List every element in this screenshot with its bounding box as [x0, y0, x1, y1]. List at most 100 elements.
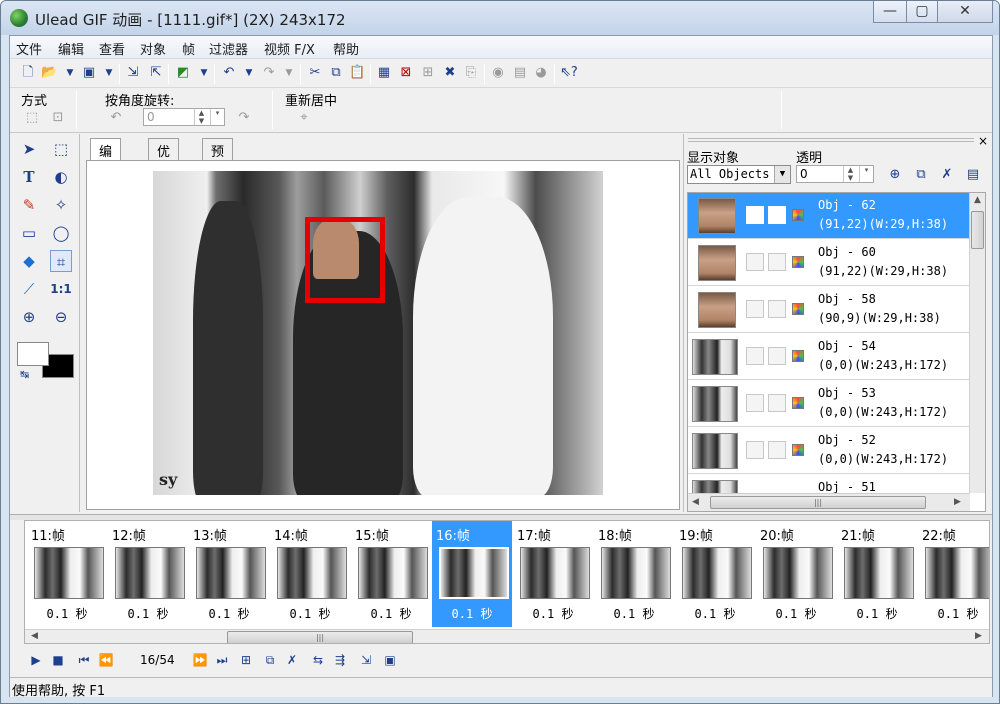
menu-filters[interactable]: 过滤器	[209, 39, 248, 58]
preview-browser-icon[interactable]: ◩	[175, 65, 191, 81]
new-icon[interactable]: 🗋	[20, 65, 36, 81]
flatten-icon[interactable]: ▤	[512, 65, 528, 81]
redo-dropdown-icon[interactable]: ▼	[281, 65, 297, 81]
open-icon[interactable]: 📂	[41, 65, 57, 81]
object-lock-checkbox[interactable]	[746, 253, 764, 271]
frame-panel-icon[interactable]: ▦	[376, 65, 392, 81]
scroll-left-icon[interactable]: ◀	[31, 631, 38, 641]
paste-icon[interactable]: 📋	[349, 65, 365, 81]
object-lock-checkbox[interactable]	[746, 300, 764, 318]
redo-icon[interactable]: ↷	[261, 65, 277, 81]
crop-tool-icon[interactable]: ⌗	[50, 250, 72, 272]
frame-view-icon[interactable]: ▣	[382, 652, 398, 668]
rotate-cw-icon[interactable]: ↷	[236, 110, 252, 126]
frame-cell[interactable]: 11:帧 0.1 秒	[27, 521, 107, 627]
zoom-in-icon[interactable]: ⊕	[18, 306, 40, 328]
delete-frame-icon[interactable]: ✗	[284, 652, 300, 668]
object-lock-checkbox[interactable]	[746, 441, 764, 459]
properties-icon[interactable]: ⇲	[358, 652, 374, 668]
object-lock-checkbox[interactable]	[746, 347, 764, 365]
object-visible-checkbox[interactable]	[768, 253, 786, 271]
next-frame-icon[interactable]: ⏩	[192, 652, 208, 668]
menu-file[interactable]: 文件	[16, 39, 42, 58]
frame-cell-selected[interactable]: 16:帧 0.1 秒	[432, 521, 512, 627]
stop-icon[interactable]: ■	[50, 652, 66, 668]
mode-center-icon[interactable]: ⊡	[50, 110, 66, 126]
edit-canvas[interactable]: sy	[86, 160, 680, 510]
frame-delay[interactable]: 0.1 秒	[756, 605, 836, 622]
foreground-color-swatch[interactable]	[17, 342, 49, 366]
frame-delay[interactable]: 0.1 秒	[675, 605, 755, 622]
duplicate-frame-icon[interactable]: ⧉	[262, 652, 278, 668]
object-visible-checkbox[interactable]	[768, 206, 786, 224]
disk-icon[interactable]: ◕	[533, 65, 549, 81]
object-visible-checkbox[interactable]	[768, 300, 786, 318]
cut-icon[interactable]: ✂	[307, 65, 323, 81]
delete-object-icon[interactable]: ✗	[939, 167, 955, 183]
select-dropdown-icon[interactable]: ▼	[774, 166, 790, 183]
duplicate-icon[interactable]: ⎘	[463, 65, 479, 81]
actual-size-icon[interactable]: 1:1	[50, 278, 72, 300]
minimize-button[interactable]: —	[873, 1, 907, 23]
marquee-tool-icon[interactable]: ⬚	[50, 138, 72, 160]
frame-cell[interactable]: 12:帧 0.1 秒	[108, 521, 188, 627]
maximize-button[interactable]: ▢	[906, 1, 938, 23]
undo-dropdown-icon[interactable]: ▼	[241, 65, 257, 81]
swap-colors-icon[interactable]: ↹	[20, 368, 29, 381]
frame-delay[interactable]: 0.1 秒	[27, 605, 107, 622]
lasso-tool-icon[interactable]: ◐	[50, 166, 72, 188]
frame-hscroll[interactable]: ◀ ||| ▶	[25, 629, 989, 643]
scroll-left-icon[interactable]: ◀	[692, 497, 699, 507]
export-icon[interactable]: ⇱	[148, 65, 164, 81]
open-dropdown-icon[interactable]: ▼	[62, 65, 78, 81]
frame-cell[interactable]: 14:帧 0.1 秒	[270, 521, 350, 627]
object-list-vscroll[interactable]: ▲	[969, 193, 985, 493]
tab-optimize[interactable]: 优化	[148, 138, 180, 179]
frame-cell[interactable]: 13:帧 0.1 秒	[189, 521, 269, 627]
scroll-thumb[interactable]: |||	[710, 496, 926, 509]
new-object-icon[interactable]: ⊕	[887, 167, 903, 183]
add-frame-icon[interactable]: ⊞	[420, 65, 436, 81]
reverse-frames-icon[interactable]: ⇆	[310, 652, 326, 668]
menu-help[interactable]: 帮助	[333, 39, 359, 58]
save-dropdown-icon[interactable]: ▼	[101, 65, 117, 81]
frame-cell[interactable]: 15:帧 0.1 秒	[351, 521, 431, 627]
ellipse-select-icon[interactable]: ◯	[50, 222, 72, 244]
pick-tool-icon[interactable]: ➤	[18, 138, 40, 160]
frame-delay[interactable]: 0.1 秒	[918, 605, 989, 622]
tween-icon[interactable]: ⇶	[332, 652, 348, 668]
rotate-angle-spinner[interactable]: 0 ▲ ▼ ▾	[143, 108, 225, 126]
frame-delay[interactable]: 0.1 秒	[432, 605, 512, 622]
object-item[interactable]: Obj - 53 (0,0)(W:243,H:172)	[688, 381, 970, 427]
eyedropper-tool-icon[interactable]: ⟋	[18, 278, 40, 300]
spin-arrows-icon[interactable]: ▲ ▼	[194, 109, 208, 125]
close-button[interactable]: ✕	[937, 1, 993, 23]
menu-view[interactable]: 查看	[99, 39, 125, 58]
preview-dropdown-icon[interactable]: ▼	[196, 65, 212, 81]
tab-preview[interactable]: 预览	[202, 138, 234, 179]
frame-cell[interactable]: 21:帧 0.1 秒	[837, 521, 917, 627]
frame-image[interactable]: sy	[153, 171, 603, 495]
save-icon[interactable]: ▣	[81, 65, 97, 81]
copy-icon[interactable]: ⧉	[328, 65, 344, 81]
object-item[interactable]: Obj - 52 (0,0)(W:243,H:172)	[688, 428, 970, 474]
object-lock-checkbox[interactable]	[746, 206, 764, 224]
frame-delay[interactable]: 0.1 秒	[351, 605, 431, 622]
frame-cell[interactable]: 22:帧 0.1 秒	[918, 521, 989, 627]
first-frame-icon[interactable]: ⏮	[76, 652, 92, 668]
panel-grip[interactable]	[688, 138, 974, 142]
object-list-hscroll[interactable]: ◀ ||| ▶	[688, 493, 970, 511]
frame-delay[interactable]: 0.1 秒	[108, 605, 188, 622]
rotate-ccw-icon[interactable]: ↶	[108, 110, 124, 126]
fill-tool-icon[interactable]: ◆	[18, 250, 40, 272]
mode-fit-icon[interactable]: ⬚	[24, 110, 40, 126]
scroll-up-icon[interactable]: ▲	[974, 195, 981, 205]
object-properties-icon[interactable]: ▤	[965, 167, 981, 183]
frame-cell[interactable]: 19:帧 0.1 秒	[675, 521, 755, 627]
object-item[interactable]: Obj - 54 (0,0)(W:243,H:172)	[688, 334, 970, 380]
object-visible-checkbox[interactable]	[768, 394, 786, 412]
undo-icon[interactable]: ↶	[221, 65, 237, 81]
delete-frame-icon[interactable]: ⊠	[398, 65, 414, 81]
magic-wand-icon[interactable]: ✧	[50, 194, 72, 216]
text-tool-icon[interactable]: T	[18, 166, 40, 188]
